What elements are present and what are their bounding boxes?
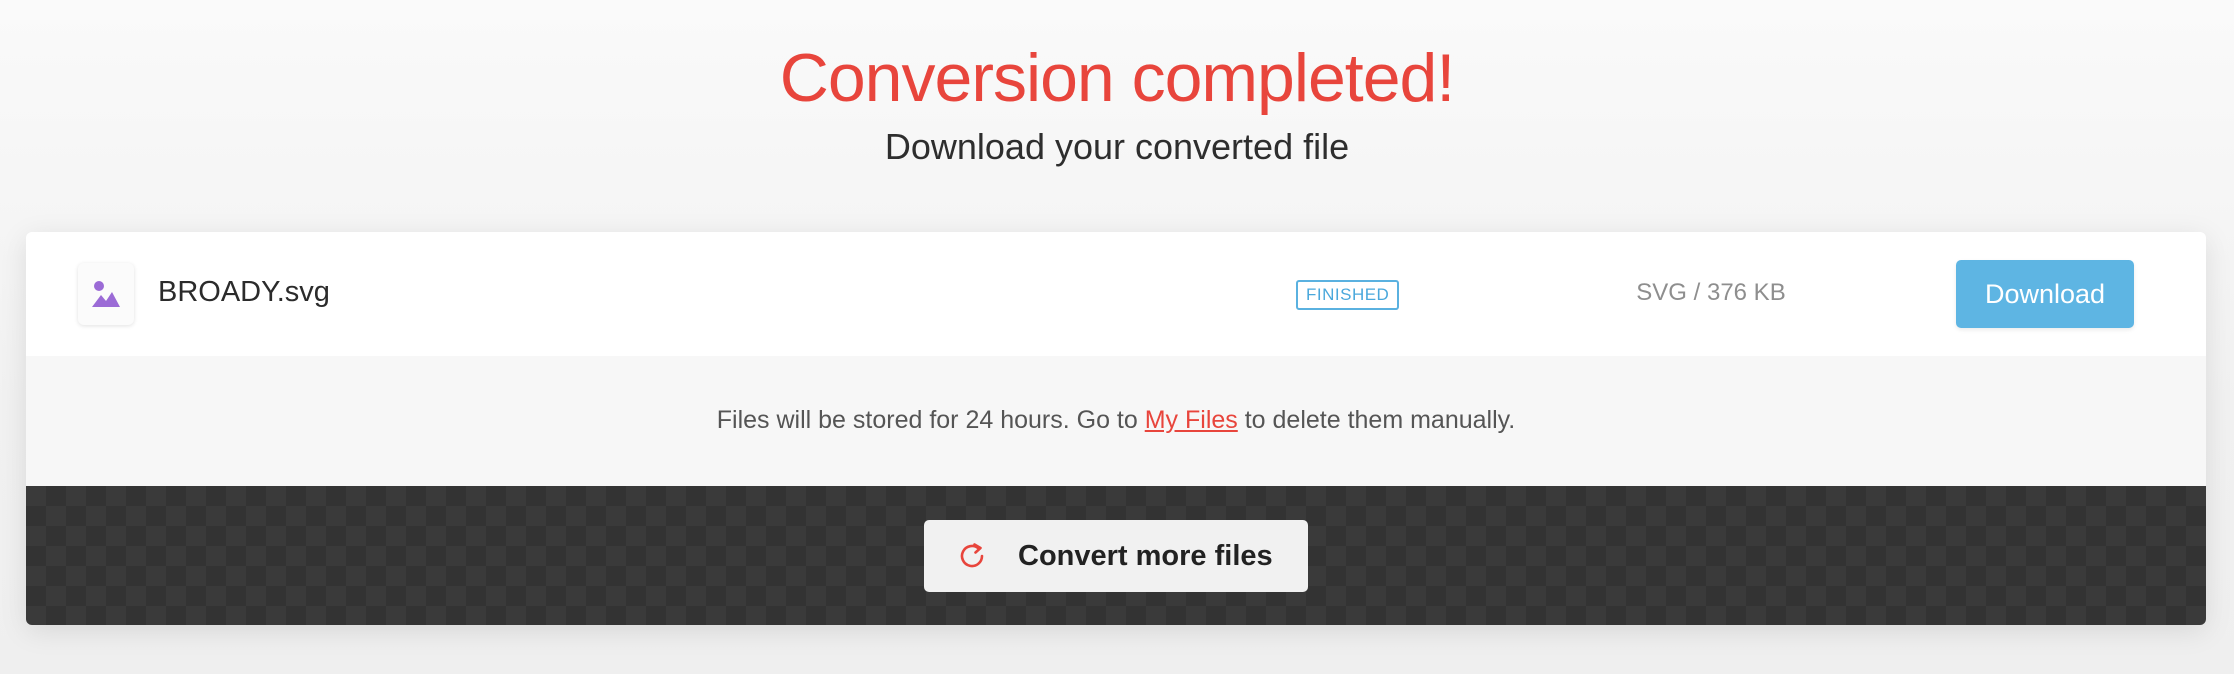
status-badge: FINISHED [1296,280,1400,310]
image-icon [78,263,134,325]
convert-more-button[interactable]: Convert more files [924,520,1308,592]
page: Conversion completed! Download your conv… [0,0,2234,674]
page-title: Conversion completed! [779,40,1455,116]
refresh-icon [960,543,984,568]
storage-notice-text: Files will be stored for 24 hours. Go to… [26,403,2206,437]
image-icon-glyph [92,281,120,307]
file-size: SVG / 376 KB [1636,279,1786,306]
my-files-link[interactable]: My Files [1145,406,1238,434]
page-subtitle: Download your converted file [884,126,1350,167]
file-name: BROADY.svg [158,276,330,308]
file-row: BROADY.svg FINISHED SVG / 376 KB Downloa… [26,232,2206,356]
notice-suffix: to delete them manually. [1237,406,1516,434]
convert-more-area: Convert more files [26,486,2206,625]
convert-more-label: Convert more files [1018,540,1273,572]
download-button[interactable]: Download [1956,260,2134,328]
conversion-card: BROADY.svg FINISHED SVG / 376 KB Downloa… [26,232,2206,625]
storage-notice: Files will be stored for 24 hours. Go to… [26,356,2206,486]
notice-prefix: Files will be stored for 24 hours. Go to [716,406,1145,434]
